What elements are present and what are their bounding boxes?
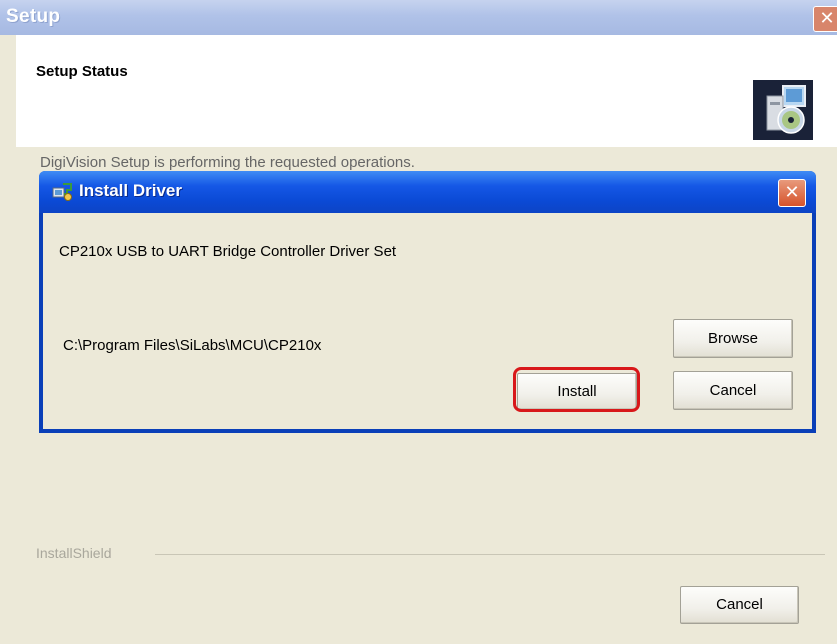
browse-button[interactable]: Browse: [673, 319, 793, 358]
install-driver-dialog: Install Driver ✕ CP210x USB to UART Brid…: [39, 171, 816, 433]
setup-status-heading: Setup Status: [36, 63, 128, 80]
dialog-cancel-button[interactable]: Cancel: [673, 371, 793, 410]
install-driver-close-button[interactable]: ✕: [778, 179, 806, 207]
install-driver-body: CP210x USB to UART Bridge Controller Dri…: [43, 213, 812, 429]
window-left-edge: [0, 35, 16, 644]
driver-name-label: CP210x USB to UART Bridge Controller Dri…: [59, 243, 397, 260]
setup-header-panel: Setup Status: [16, 35, 837, 147]
brand-divider: [155, 554, 825, 555]
installshield-brand-label: InstallShield: [36, 545, 112, 561]
install-path-label: C:\Program Files\SiLabs\MCU\CP210x: [63, 337, 322, 354]
setup-window-titlebar[interactable]: Setup ✕: [0, 0, 837, 35]
setup-window-close-button[interactable]: ✕: [813, 6, 837, 32]
setup-cancel-button[interactable]: Cancel: [680, 586, 799, 624]
install-button[interactable]: Install: [517, 373, 637, 410]
setup-cd-computer-icon: [753, 80, 813, 140]
setup-window-title: Setup: [6, 6, 61, 27]
install-driver-titlebar[interactable]: Install Driver ✕: [39, 171, 816, 213]
setup-status-text: DigiVision Setup is performing the reque…: [40, 154, 415, 171]
install-driver-title: Install Driver: [79, 181, 182, 200]
driver-install-icon: [51, 180, 73, 202]
